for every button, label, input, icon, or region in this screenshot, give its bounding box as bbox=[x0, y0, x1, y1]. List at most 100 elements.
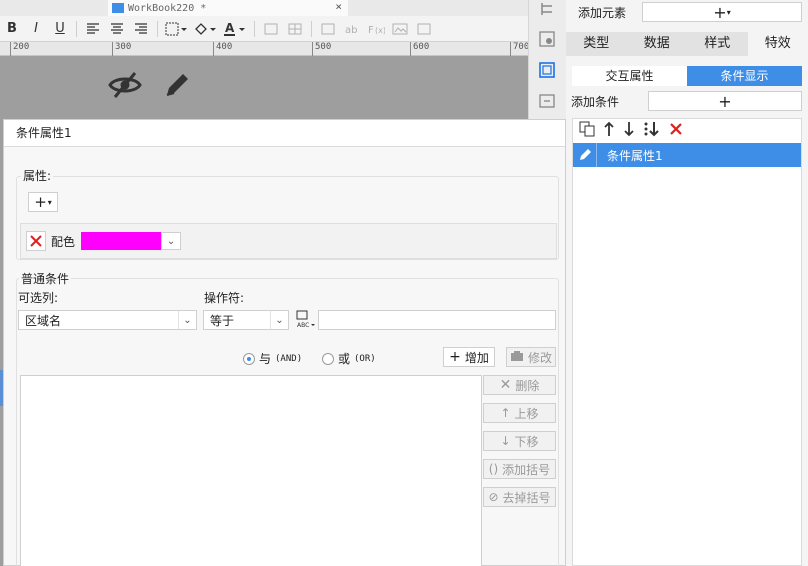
arrow-up-icon: ↑ bbox=[500, 406, 511, 420]
chart-element-icon[interactable] bbox=[415, 19, 433, 39]
ruler-label: 700 bbox=[510, 42, 529, 56]
add-property-button[interactable]: + ▾ bbox=[28, 192, 58, 212]
color-swatch[interactable] bbox=[81, 232, 162, 250]
move-to-bottom-icon[interactable] bbox=[643, 121, 661, 141]
canvas-widget-icons bbox=[108, 70, 192, 103]
property-name: 配色 bbox=[51, 234, 76, 249]
horizontal-ruler: 200 300 400 500 600 700 bbox=[0, 42, 529, 56]
condition-attribute-dialog: 条件属性1 属性: + ▾ 配色 ⌄ 普通条件 可选列: 操作符: 区域名 ⌄ 等… bbox=[3, 119, 566, 566]
tab-effects[interactable]: 特效 bbox=[747, 32, 808, 56]
move-up-button[interactable]: ↑ 上移 bbox=[483, 403, 556, 423]
color-dropdown-button[interactable]: ⌄ bbox=[161, 232, 182, 250]
toolbar-divider bbox=[311, 20, 312, 37]
italic-button[interactable]: I bbox=[27, 19, 45, 39]
operator-select[interactable]: 等于 ⌄ bbox=[203, 310, 289, 330]
widget-settings-icon[interactable] bbox=[538, 30, 556, 48]
delete-button-label: 删除 bbox=[515, 378, 540, 393]
move-down-button-label: 下移 bbox=[514, 434, 539, 449]
add-condition-button[interactable]: + bbox=[648, 91, 802, 111]
document-tab[interactable]: WorkBook220 * × bbox=[108, 0, 348, 16]
add-condition-row: 添加条件 + bbox=[566, 91, 808, 111]
component-tree-icon[interactable] bbox=[538, 0, 556, 18]
properties-tabs: 类型 数据 样式 特效 bbox=[566, 32, 808, 56]
plus-icon: + bbox=[718, 91, 732, 111]
add-condition-label: 添加条件 bbox=[571, 94, 620, 109]
move-up-button-label: 上移 bbox=[514, 406, 539, 421]
align-right-icon[interactable] bbox=[132, 19, 150, 39]
tab-style[interactable]: 样式 bbox=[687, 32, 748, 56]
chevron-down-icon: ⌄ bbox=[270, 311, 288, 329]
text-element-icon[interactable]: ab bbox=[343, 19, 361, 39]
grid-icon[interactable] bbox=[286, 19, 304, 39]
radio-or-tag: (OR) bbox=[354, 353, 376, 364]
condition-value-input[interactable] bbox=[318, 310, 556, 330]
ruler-label: 600 bbox=[410, 42, 429, 56]
chevron-down-icon: ⌄ bbox=[166, 235, 176, 247]
radio-and-label: 与 bbox=[259, 352, 272, 366]
svg-text:A: A bbox=[225, 21, 235, 35]
cell-element-icon[interactable] bbox=[319, 19, 337, 39]
add-condition-button[interactable]: + 增加 bbox=[443, 347, 495, 367]
radio-and-dot bbox=[243, 352, 255, 365]
delete-condition-icon[interactable] bbox=[669, 122, 683, 140]
subtab-interaction[interactable]: 交互属性 bbox=[572, 66, 687, 86]
radio-or[interactable]: 或 (OR) bbox=[322, 350, 376, 367]
radio-and[interactable]: 与 (AND) bbox=[243, 350, 302, 367]
formula-icon[interactable]: F (x) bbox=[367, 19, 385, 39]
column-select[interactable]: 区域名 ⌄ bbox=[18, 310, 197, 330]
close-tab-icon[interactable]: × bbox=[335, 0, 342, 13]
modify-button-label: 修改 bbox=[527, 350, 552, 365]
modify-icon bbox=[510, 350, 524, 365]
toolbar-divider bbox=[76, 20, 77, 37]
border-icon[interactable] bbox=[165, 19, 187, 39]
align-center-icon[interactable] bbox=[108, 19, 126, 39]
image-element-icon[interactable] bbox=[391, 19, 409, 39]
condition-list-toolbar bbox=[573, 119, 801, 143]
document-tab-strip: WorkBook220 * × bbox=[0, 0, 528, 16]
remove-parentheses-icon: ⊘ bbox=[488, 490, 499, 504]
move-down-arrow-icon[interactable] bbox=[623, 121, 635, 141]
condition-item-label: 条件属性1 bbox=[607, 148, 663, 163]
move-up-arrow-icon[interactable] bbox=[603, 121, 615, 141]
copy-icon[interactable] bbox=[579, 121, 595, 141]
list-item[interactable]: 条件属性1 bbox=[573, 143, 801, 167]
merge-cells-icon[interactable] bbox=[262, 19, 280, 39]
element-properties-icon[interactable] bbox=[538, 61, 556, 79]
add-element-label: 添加元素 bbox=[578, 5, 627, 20]
condition-expression-area[interactable] bbox=[20, 375, 482, 566]
edit-pencil-icon[interactable] bbox=[162, 70, 192, 103]
plus-icon: + bbox=[449, 349, 461, 365]
radio-or-dot bbox=[322, 352, 334, 365]
dropdown-arrow-icon: ▾ bbox=[726, 7, 731, 17]
add-parentheses-button[interactable]: () 添加括号 bbox=[483, 459, 556, 479]
ruler-label: 200 bbox=[10, 42, 29, 56]
tab-type[interactable]: 类型 bbox=[566, 32, 627, 56]
tab-data[interactable]: 数据 bbox=[627, 32, 688, 56]
modify-button[interactable]: 修改 bbox=[506, 347, 556, 367]
add-element-button[interactable]: + ▾ bbox=[642, 2, 802, 22]
font-color-icon[interactable]: A bbox=[223, 19, 247, 39]
remove-parentheses-button[interactable]: ⊘ 去掉括号 bbox=[483, 487, 556, 507]
align-left-icon[interactable] bbox=[84, 19, 102, 39]
subtab-condition-display[interactable]: 条件显示 bbox=[687, 66, 802, 86]
fill-color-icon[interactable] bbox=[193, 19, 217, 39]
format-toolbar: B I U A ab F (x) bbox=[0, 16, 528, 42]
delete-property-button[interactable] bbox=[26, 231, 46, 251]
ruler-label: 300 bbox=[112, 42, 131, 56]
common-condition-label: 普通条件 bbox=[19, 270, 72, 287]
move-down-button[interactable]: ↓ 下移 bbox=[483, 431, 556, 451]
arrow-down-icon: ↓ bbox=[500, 434, 511, 448]
property-group-label: 属性: bbox=[21, 167, 54, 184]
hide-eye-icon[interactable] bbox=[108, 70, 142, 103]
bold-button[interactable]: B bbox=[3, 19, 21, 39]
value-type-icon[interactable]: ABC bbox=[295, 309, 317, 332]
svg-text:F: F bbox=[368, 25, 374, 35]
svg-text:ABC: ABC bbox=[297, 322, 309, 329]
operator-label: 操作符: bbox=[204, 291, 245, 305]
delete-button[interactable]: ✕ 删除 bbox=[483, 375, 556, 395]
chevron-down-icon: ⌄ bbox=[178, 311, 196, 329]
mobile-properties-icon[interactable] bbox=[538, 92, 556, 110]
workbook-icon bbox=[112, 3, 124, 13]
remove-parentheses-label: 去掉括号 bbox=[502, 490, 551, 505]
underline-button[interactable]: U bbox=[51, 19, 69, 39]
